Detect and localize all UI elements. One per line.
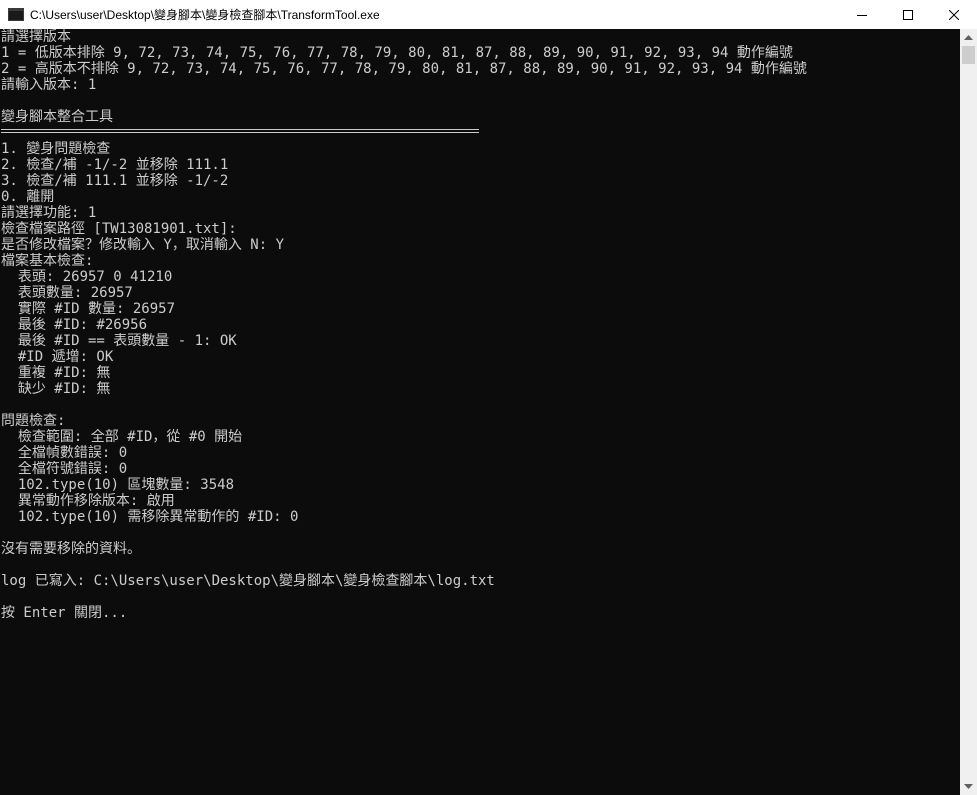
menu-item: 0. 離開 [1,189,55,205]
close-icon [949,9,959,20]
console-line: 請選擇功能: 1 [1,205,97,221]
vertical-scrollbar[interactable] [960,29,977,795]
console-line: #ID 遞增: OK [1,349,114,365]
console-line: 表頭: 26957 0 41210 [1,269,173,285]
console-line: 缺少 #ID: 無 [1,381,111,397]
window-title: C:\Users\user\Desktop\變身腳本\變身檢查腳本\Transf… [30,8,380,22]
menu-item: 2. 檢查/補 -1/-2 並移除 111.1 [1,157,229,173]
console-line: 沒有需要移除的資料。 [1,541,141,557]
console-line: 重複 #ID: 無 [1,365,111,381]
window-controls [839,0,977,29]
console-window: C:\Users\user\Desktop\變身腳本\變身檢查腳本\Transf… [0,0,977,795]
caret-down-icon [964,784,973,789]
scroll-up-button[interactable] [960,29,977,46]
console-line: 全檔幀數錯誤: 0 [1,445,128,461]
console-line: 最後 #ID: #26956 [1,317,148,333]
console-app-icon[interactable] [8,8,24,21]
console-line: 102.type(10) 區塊數量: 3548 [1,477,235,493]
console-line: 請選擇版本 [1,29,71,45]
console-line: 檔案基本檢查: [1,253,94,269]
console-line: 檢查範圍: 全部 #ID，從 #0 開始 [1,429,243,445]
minimize-icon [857,14,867,16]
close-button[interactable] [931,0,977,29]
double-rule-divider [1,125,959,141]
console-line: log 已寫入: C:\Users\user\Desktop\變身腳本\變身檢查… [1,573,495,589]
menu-item: 1. 變身問題檢查 [1,141,111,157]
console-line: 最後 #ID == 表頭數量 - 1: OK [1,333,237,349]
menu-item: 3. 檢查/補 111.1 並移除 -1/-2 [1,173,229,189]
scroll-thumb[interactable] [962,46,975,64]
console-output[interactable]: 請選擇版本 1 = 低版本排除 9, 72, 73, 74, 75, 76, 7… [1,29,959,795]
console-line: 變身腳本整合工具 [1,109,113,125]
maximize-button[interactable] [885,0,931,29]
console-line: 1 = 低版本排除 9, 72, 73, 74, 75, 76, 77, 78,… [1,45,793,61]
console-line: 2 = 高版本不排除 9, 72, 73, 74, 75, 76, 77, 78… [1,61,807,77]
scroll-down-button[interactable] [960,778,977,795]
console-line: 表頭數量: 26957 [1,285,133,301]
caret-up-icon [964,35,973,40]
console-line: 102.type(10) 需移除異常動作的 #ID: 0 [1,509,299,525]
console-line: 全檔符號錯誤: 0 [1,461,128,477]
console-line: 異常動作移除版本: 啟用 [1,493,175,509]
console-line: 實際 #ID 數量: 26957 [1,301,176,317]
title-bar[interactable]: C:\Users\user\Desktop\變身腳本\變身檢查腳本\Transf… [0,0,977,29]
console-line: 是否修改檔案？修改輸入 Y，取消輸入 N: Y [1,237,284,253]
console-line: 檢查檔案路徑 [TW13081901.txt]: [1,221,237,237]
maximize-icon [903,9,913,20]
minimize-button[interactable] [839,0,885,29]
console-line: 請輸入版本: 1 [1,77,97,93]
console-line: 按 Enter 關閉... [1,605,128,621]
console-line: 問題檢查: [1,413,66,429]
